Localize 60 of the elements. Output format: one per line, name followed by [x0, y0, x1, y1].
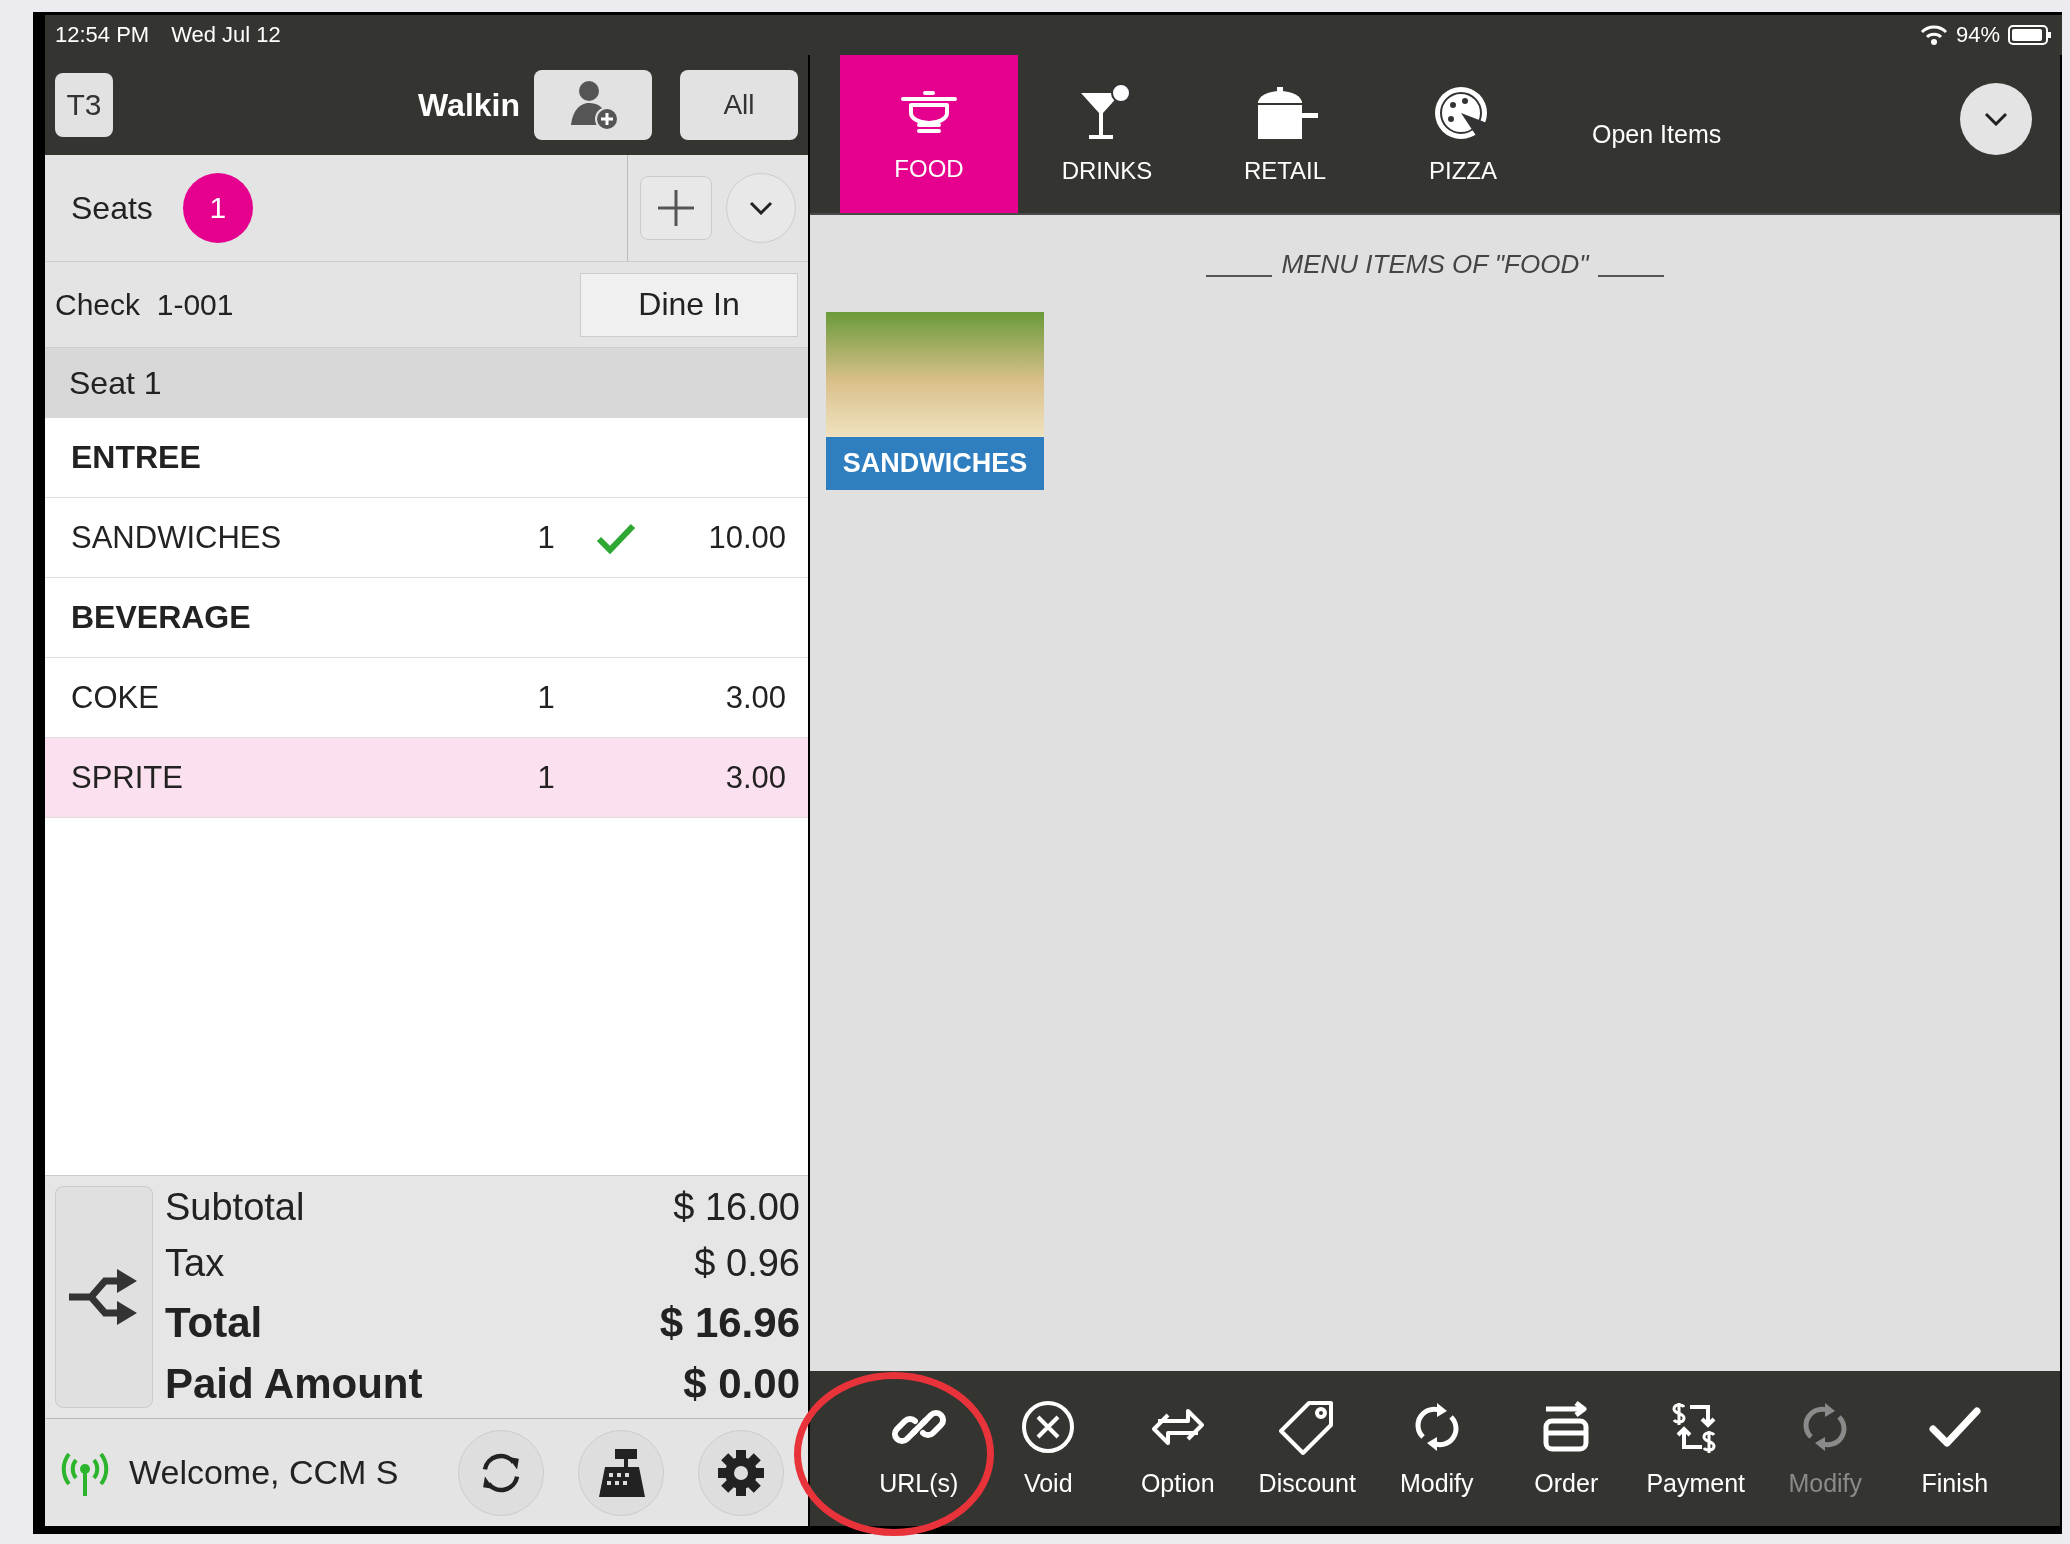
seats-label: Seats — [71, 189, 153, 227]
toolbar-button[interactable]: Discount — [1242, 1399, 1372, 1498]
add-customer-button[interactable] — [534, 70, 652, 140]
check-number: Check 1-001 — [55, 287, 234, 322]
chevron-down-icon — [1984, 112, 2008, 126]
toolbar-button[interactable]: Option — [1113, 1399, 1243, 1498]
split-button[interactable] — [55, 1186, 153, 1408]
category-heading: BEVERAGE — [71, 599, 251, 636]
chevron-down-icon — [749, 201, 773, 215]
seat-heading: Seat 1 — [69, 364, 162, 402]
open-items-link[interactable]: Open Items — [1592, 119, 1722, 149]
checkmark-icon — [596, 521, 636, 554]
item-name: COKE — [71, 679, 160, 716]
plus-icon — [656, 188, 696, 228]
total-label: Total — [165, 1298, 263, 1347]
item-price: 10.00 — [707, 519, 786, 556]
menu-section-title: MENU ITEMS OF "FOOD" — [1281, 249, 1589, 280]
cancel-circle-icon — [1020, 1399, 1077, 1455]
menu-item-label: SANDWICHES — [826, 437, 1044, 490]
toolbar-button[interactable]: URL(s) — [854, 1399, 984, 1498]
add-seat-button[interactable] — [640, 176, 712, 240]
total-amount: $ 16.00 — [673, 1186, 800, 1229]
toolbar-button[interactable]: Modify — [1372, 1399, 1502, 1498]
toolbar-button[interactable]: Payment — [1631, 1399, 1761, 1498]
item-price: 3.00 — [724, 679, 786, 716]
toolbar-button[interactable]: Finish — [1890, 1399, 2020, 1498]
category-heading: ENTREE — [71, 439, 201, 476]
seat-count-badge[interactable]: 1 — [182, 173, 253, 243]
item-quantity: 1 — [536, 759, 556, 796]
battery-percent: 94% — [1955, 22, 2000, 48]
total-amount: $ 0.00 — [683, 1360, 800, 1408]
toolbar-button[interactable]: Void — [983, 1399, 1113, 1498]
welcome-text: Welcome, CCM S — [129, 1453, 399, 1492]
item-quantity: 1 — [536, 519, 556, 556]
item-name: SANDWICHES — [71, 519, 283, 556]
total-label: Paid Amount — [165, 1360, 423, 1408]
total-amount: $ 0.96 — [694, 1242, 800, 1286]
total-label: Subtotal — [165, 1186, 305, 1229]
category-tab[interactable]: PIZZA — [1374, 55, 1552, 213]
settings-icon — [716, 1447, 766, 1498]
wifi-icon — [1919, 24, 1948, 46]
battery-icon — [2008, 24, 2052, 46]
customer-name: Walkin — [418, 86, 520, 124]
toolbar-button[interactable]: Order — [1501, 1399, 1631, 1498]
category-tab[interactable]: FOOD — [840, 55, 1018, 213]
order-line[interactable]: SANDWICHES 1 10.00 — [45, 498, 808, 578]
status-time: 12:54 PM — [55, 22, 150, 48]
category-tab[interactable]: DRINKS — [1018, 55, 1196, 213]
item-name: SPRITE — [71, 759, 184, 796]
item-quantity: 1 — [536, 679, 556, 716]
total-amount: $ 16.96 — [659, 1298, 800, 1347]
total-label: Tax — [165, 1242, 225, 1286]
filter-button[interactable]: All — [680, 70, 798, 140]
menu-item-tile[interactable]: SANDWICHES — [826, 312, 1044, 490]
table-button[interactable]: T3 — [55, 73, 113, 137]
tag-icon — [1279, 1399, 1336, 1455]
item-price: 3.00 — [724, 759, 786, 796]
category-tab[interactable]: RETAIL — [1196, 55, 1374, 213]
order-type-button[interactable]: Dine In — [580, 272, 798, 337]
status-date: Wed Jul 12 — [171, 22, 281, 48]
